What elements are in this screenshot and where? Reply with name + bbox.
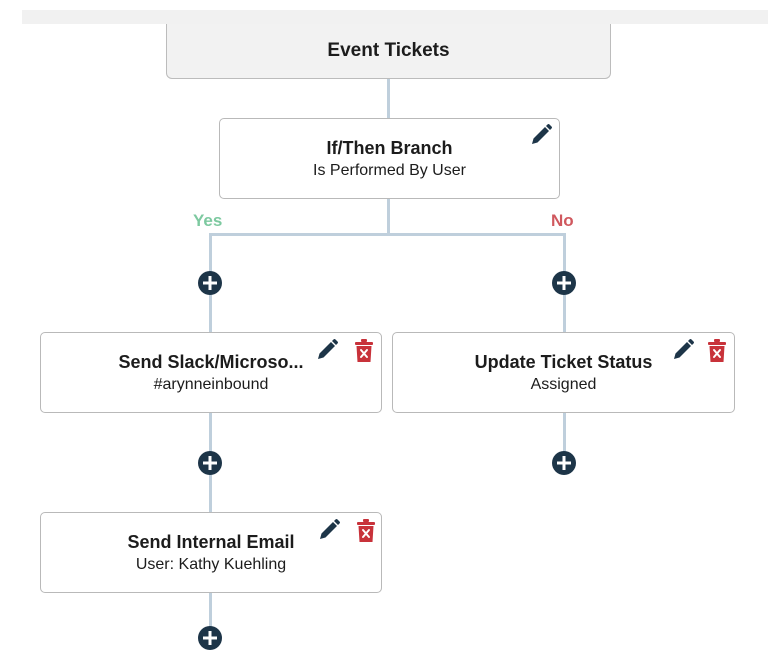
yes-branch-label: Yes	[193, 211, 223, 230]
pencil-icon[interactable]	[315, 338, 339, 362]
ticket-status-title: Update Ticket Status	[474, 351, 653, 372]
internal-email-title: Send Internal Email	[127, 531, 295, 552]
action-node-slack[interactable]: Send Slack/Microso... #arynneinbound	[40, 332, 382, 413]
connector-line	[209, 592, 212, 628]
add-step-yes-icon[interactable]	[198, 271, 222, 295]
trash-icon[interactable]	[356, 519, 376, 543]
slack-subtitle: #arynneinbound	[153, 375, 269, 393]
branch-subtitle: Is Performed By User	[313, 161, 466, 179]
add-step-after-ticket-status-icon[interactable]	[552, 451, 576, 475]
add-step-after-slack-icon[interactable]	[198, 451, 222, 475]
slack-title: Send Slack/Microso...	[118, 351, 304, 372]
pencil-icon[interactable]	[671, 338, 695, 362]
connector-line	[209, 233, 566, 236]
internal-email-subtitle: User: Kathy Kuehling	[135, 555, 287, 573]
trigger-node[interactable]: Event Tickets	[166, 24, 611, 79]
action-node-internal-email[interactable]: Send Internal Email User: Kathy Kuehling	[40, 512, 382, 593]
ticket-status-subtitle: Assigned	[530, 375, 597, 393]
branch-title: If/Then Branch	[326, 137, 453, 158]
no-branch-label: No	[551, 211, 574, 230]
connector-line	[387, 198, 390, 236]
pencil-icon[interactable]	[529, 123, 553, 147]
add-step-no-icon[interactable]	[552, 271, 576, 295]
trash-icon[interactable]	[354, 339, 374, 363]
trigger-title: Event Tickets	[327, 40, 450, 61]
connector-line	[563, 412, 566, 452]
trash-icon[interactable]	[707, 339, 727, 363]
add-step-after-email-icon[interactable]	[198, 626, 222, 650]
pencil-icon[interactable]	[317, 518, 341, 542]
branch-node[interactable]: If/Then Branch Is Performed By User	[219, 118, 560, 199]
top-bar	[22, 10, 768, 24]
action-node-ticket-status[interactable]: Update Ticket Status Assigned	[392, 332, 735, 413]
connector-line	[387, 79, 390, 119]
